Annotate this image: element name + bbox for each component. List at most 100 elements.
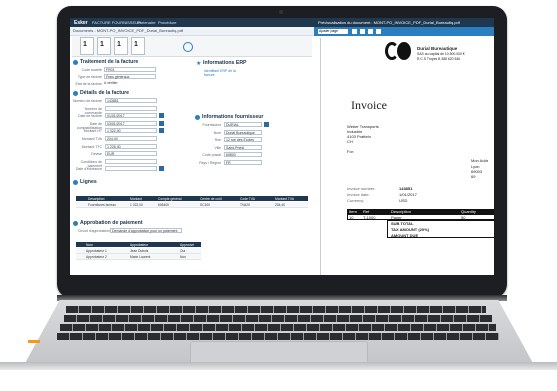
- bill-to-line: CH: [347, 139, 353, 144]
- attach-icon[interactable]: [183, 42, 193, 52]
- form-field[interactable]: 12 rue des Ecoles: [224, 137, 262, 143]
- keyboard-row: [66, 306, 486, 313]
- form-field[interactable]: DURIAL: [224, 122, 262, 127]
- workflow-label: Circuit d'approbation: [78, 229, 110, 233]
- camera-dot: [279, 10, 283, 14]
- viewer-title: Prévisualisation du document : MONT-PO_I…: [318, 20, 460, 25]
- form-field[interactable]: Saint-Priest: [224, 144, 262, 150]
- line-cell: Fournitures bureau: [88, 203, 116, 207]
- field-label: Montant HT: [83, 129, 102, 134]
- form-field[interactable]: [105, 166, 157, 172]
- col-header: Approuvé: [180, 243, 195, 247]
- amount-due-label: AMOUNT DUE: [391, 233, 419, 238]
- form-field[interactable]: FR: [224, 160, 262, 165]
- form-field[interactable]: [105, 158, 157, 164]
- meta-label: Invoice number:: [347, 186, 376, 191]
- form-field[interactable]: EUR: [105, 151, 157, 157]
- field-label: Etat de la facture: [75, 82, 102, 86]
- form-field[interactable]: 143851: [105, 98, 157, 103]
- form-field[interactable]: 1 226,40: [105, 143, 157, 149]
- laptop-screen: Esker FACTURE FOURNISSEUR Partenaire Pro…: [70, 18, 494, 275]
- keyboard-row: [64, 315, 492, 322]
- calendar-icon[interactable]: [159, 120, 164, 126]
- field-label: Fournisseur: [202, 123, 221, 127]
- field-label: Date d'échéance: [75, 167, 102, 172]
- zoom-select[interactable]: Ajuster page: [318, 29, 348, 34]
- col-header: Montant: [130, 197, 142, 201]
- meta-label: Invoice date:: [347, 192, 370, 197]
- form-field[interactable]: Durial Bureautique: [224, 129, 262, 135]
- approver-person: Marie Laurent: [130, 255, 151, 259]
- ship-to-line: Mon Addr: [471, 158, 489, 163]
- orange-accent-bar: [28, 340, 40, 343]
- col-header: Centre de coût: [200, 197, 222, 201]
- invoice-number: 143851: [399, 186, 413, 191]
- line-cell: 204,40: [275, 203, 286, 207]
- form-field[interactable]: 03/01/2017: [105, 120, 157, 126]
- invoice-status-value: A vérifier: [104, 81, 118, 85]
- ship-to-line: 69: [471, 174, 476, 179]
- keyboard-row: [60, 324, 496, 331]
- bill-to-line: For:: [347, 149, 355, 154]
- tax-label: TAX AMOUNT (20%): [391, 227, 429, 232]
- prev-page-icon[interactable]: [352, 29, 357, 34]
- section-title-lines: Lignes: [80, 179, 97, 185]
- document-title: Documents - MONT-PO_INVOICE_PDF_Durial_B…: [73, 28, 184, 33]
- line-cell: 1 022,00: [130, 203, 143, 207]
- page-thumbnail[interactable]: 1: [80, 37, 94, 55]
- page-thumbnail[interactable]: 1: [97, 37, 111, 55]
- nav-procedure[interactable]: Procédure: [158, 20, 176, 25]
- calendar-icon[interactable]: [159, 166, 164, 172]
- nav-invoice[interactable]: FACTURE FOURNISSEUR: [92, 20, 141, 25]
- section-title-treatment: Traitement de la facture: [80, 59, 139, 65]
- calendar-icon[interactable]: [159, 113, 164, 119]
- laptop-front-edge: [0, 362, 557, 370]
- field-label: Devise: [91, 152, 102, 157]
- field-label: Numéro de facture: [73, 99, 102, 103]
- invoice-heading: Invoice: [351, 98, 387, 112]
- currency: USD: [399, 198, 408, 203]
- page-thumbnail[interactable]: 1: [131, 37, 145, 55]
- app-logo[interactable]: Esker: [74, 20, 88, 26]
- col-header: Montant TVA: [275, 197, 294, 201]
- invoice-document: Durial Bureautique SAS au capital de 10.…: [320, 38, 494, 275]
- approver-name: Approbateur 1: [86, 249, 107, 253]
- nav-partner[interactable]: Partenaire: [137, 20, 155, 25]
- form-field[interactable]: [105, 105, 157, 111]
- invoice-type-select[interactable]: Frais généraux: [104, 74, 156, 79]
- approver-name: Approbateur 2: [86, 255, 107, 259]
- calendar-icon[interactable]: [159, 128, 164, 134]
- checklist-icon: [73, 221, 78, 226]
- document-icon: [73, 91, 78, 96]
- section-title-erp: Informations ERP: [203, 60, 247, 66]
- invoice-form-panel: Esker FACTURE FOURNISSEUR Partenaire Pro…: [70, 18, 315, 275]
- supplier-capital: SAS au capital de 10.500.000 €: [417, 52, 465, 56]
- next-page-icon[interactable]: [360, 29, 365, 34]
- field-label: Code société: [81, 68, 102, 72]
- page-thumbnail[interactable]: 1: [114, 37, 128, 55]
- approved-flag: Non: [180, 255, 187, 259]
- gear-icon: [73, 60, 78, 65]
- workflow-select[interactable]: Demande d'approbation pour un paiement: [110, 228, 182, 233]
- calendar-icon[interactable]: [264, 122, 269, 127]
- form-field[interactable]: 204,40: [105, 136, 157, 141]
- section-title-supplier: Informations fournisseur: [202, 114, 264, 120]
- approver-person: Jean Dubois: [130, 249, 149, 253]
- section-title-details: Détails de la facture: [80, 90, 130, 96]
- supplier-rcs: R.C.S Troyes B 388 620 546: [417, 57, 461, 61]
- document-preview-panel: Prévisualisation du document : MONT-PO_I…: [314, 18, 494, 275]
- form-field[interactable]: 1 022,00: [105, 128, 157, 134]
- supplier-name: Durial Bureautique: [417, 46, 458, 51]
- erp-id-link[interactable]: Identifiant ERP de la facture: [204, 69, 240, 77]
- line-cell: TVA20: [240, 203, 250, 207]
- form-field[interactable]: 01/01/2017: [105, 113, 157, 119]
- field-label: Code postal: [202, 153, 221, 158]
- field-label: Type de facture: [77, 75, 102, 79]
- zoom-icon[interactable]: [376, 29, 381, 34]
- form-field[interactable]: 69800: [224, 152, 262, 158]
- rotate-icon[interactable]: [368, 29, 373, 34]
- company-code-field[interactable]: FR01: [104, 67, 156, 72]
- field-label: Ville: [214, 145, 221, 150]
- col-header: Code TVA: [240, 197, 255, 201]
- field-label: Montant TTC: [81, 144, 102, 149]
